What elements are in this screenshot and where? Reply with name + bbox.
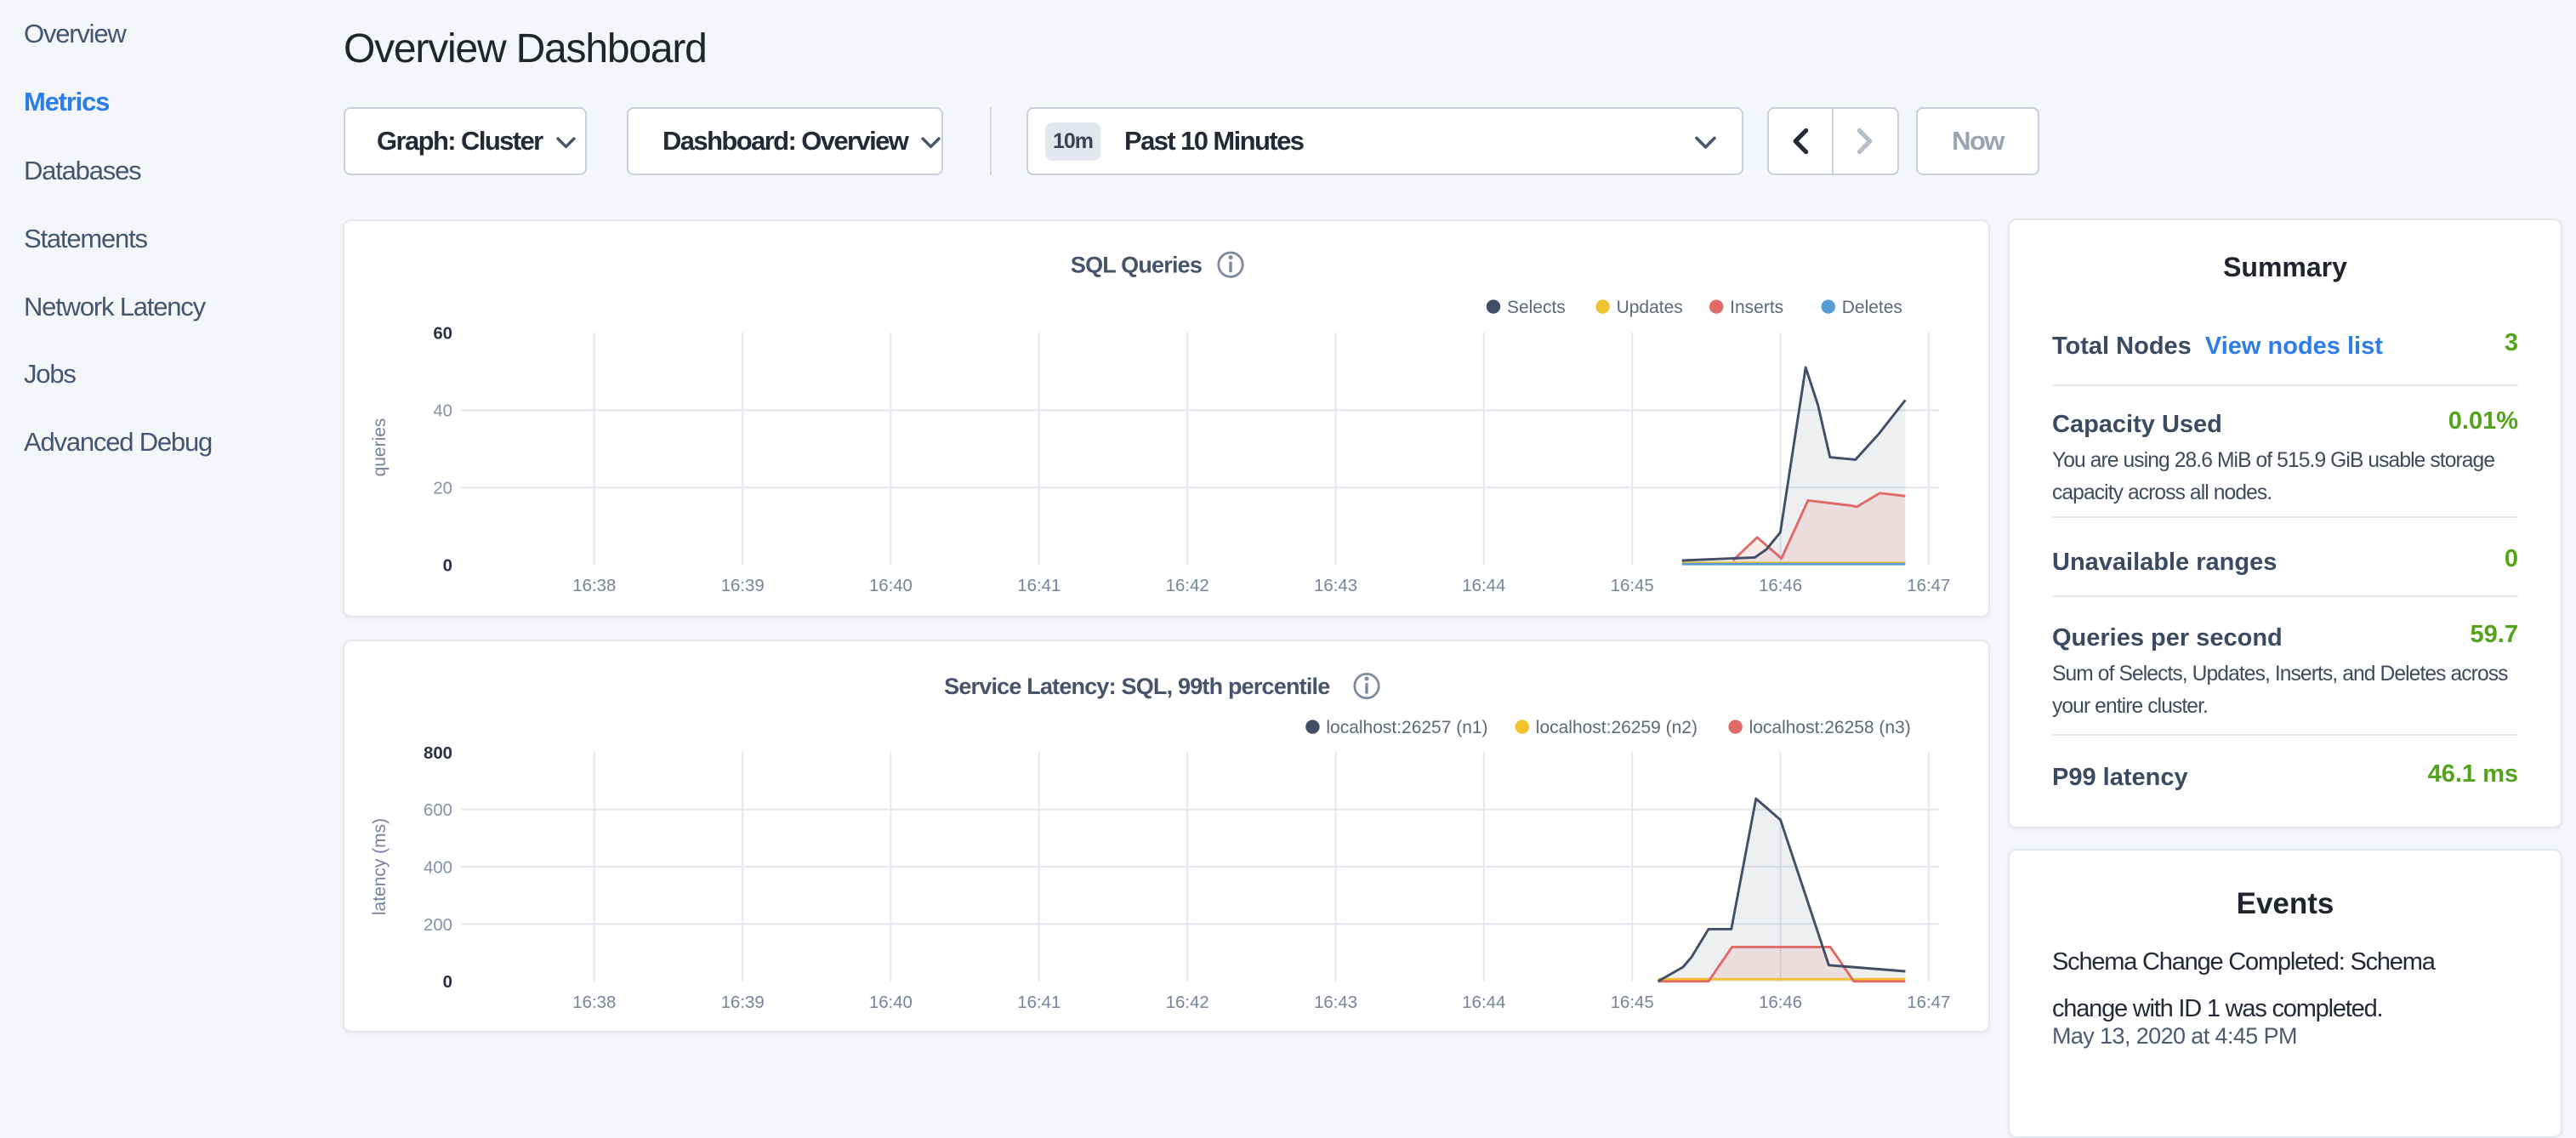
- svg-text:localhost:26258 (n3): localhost:26258 (n3): [1749, 718, 1911, 737]
- svg-text:16:38: 16:38: [572, 993, 616, 1012]
- svg-text:16:42: 16:42: [1166, 577, 1209, 595]
- svg-text:60: 60: [433, 324, 452, 343]
- svg-text:16:43: 16:43: [1314, 993, 1357, 1012]
- svg-text:Selects: Selects: [1507, 298, 1566, 317]
- svg-text:16:47: 16:47: [1907, 993, 1950, 1012]
- svg-text:16:47: 16:47: [1907, 577, 1950, 595]
- svg-text:16:45: 16:45: [1611, 577, 1654, 595]
- svg-text:800: 800: [424, 744, 452, 763]
- svg-text:16:42: 16:42: [1166, 993, 1209, 1012]
- svg-text:localhost:26259 (n2): localhost:26259 (n2): [1536, 718, 1697, 737]
- svg-text:16:40: 16:40: [869, 993, 913, 1012]
- svg-text:queries: queries: [370, 418, 390, 477]
- svg-text:latency (ms): latency (ms): [370, 818, 390, 915]
- svg-text:40: 40: [433, 402, 452, 421]
- svg-text:16:46: 16:46: [1759, 993, 1802, 1012]
- svg-text:Inserts: Inserts: [1730, 298, 1783, 317]
- svg-text:16:45: 16:45: [1611, 993, 1654, 1012]
- svg-text:0: 0: [443, 556, 452, 575]
- svg-text:600: 600: [424, 801, 452, 820]
- svg-text:Deletes: Deletes: [1842, 298, 1902, 317]
- svg-text:16:44: 16:44: [1462, 993, 1505, 1012]
- svg-text:20: 20: [433, 480, 452, 498]
- svg-text:16:39: 16:39: [721, 577, 765, 595]
- svg-text:16:46: 16:46: [1759, 577, 1802, 595]
- svg-text:400: 400: [424, 858, 452, 877]
- svg-text:0: 0: [443, 973, 452, 992]
- svg-text:200: 200: [424, 916, 452, 935]
- svg-text:16:38: 16:38: [572, 577, 616, 595]
- svg-text:Updates: Updates: [1617, 298, 1683, 317]
- svg-text:localhost:26257 (n1): localhost:26257 (n1): [1326, 718, 1487, 737]
- svg-text:16:40: 16:40: [869, 577, 913, 595]
- svg-text:16:39: 16:39: [721, 993, 765, 1012]
- svg-text:16:41: 16:41: [1017, 577, 1061, 595]
- svg-text:SQL Queries: SQL Queries: [1071, 252, 1202, 277]
- svg-text:Service Latency: SQL, 99th per: Service Latency: SQL, 99th percentile: [944, 674, 1330, 699]
- svg-text:16:44: 16:44: [1462, 577, 1505, 595]
- svg-text:16:43: 16:43: [1314, 577, 1357, 595]
- svg-text:16:41: 16:41: [1017, 993, 1061, 1012]
